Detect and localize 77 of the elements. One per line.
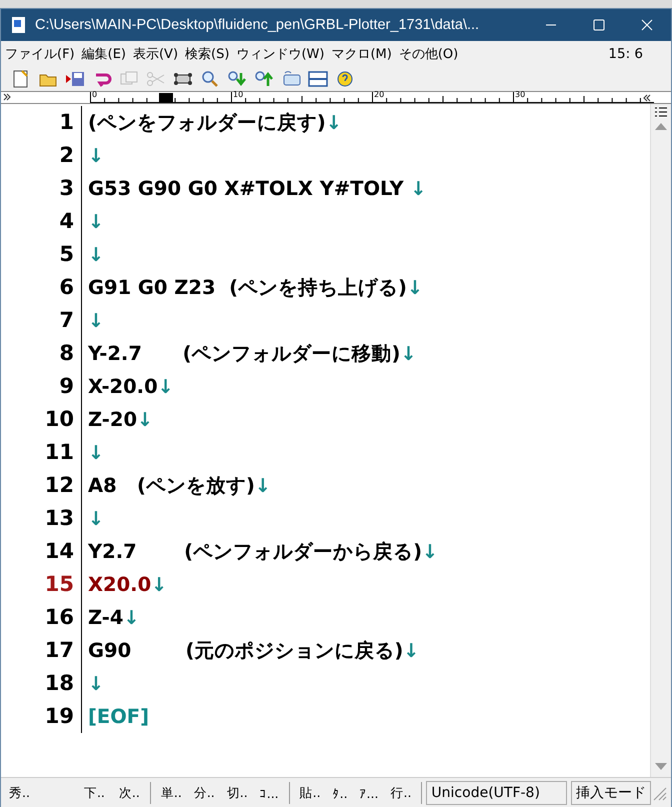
- status-item[interactable]: 下..: [84, 784, 105, 802]
- line-number: 6: [1, 271, 82, 304]
- expand-icon[interactable]: [3, 93, 11, 101]
- find-icon[interactable]: [200, 69, 220, 89]
- line-number: 3: [1, 172, 82, 205]
- menu-item[interactable]: 表示(V): [130, 45, 184, 63]
- menu-item[interactable]: 編集(E): [80, 45, 131, 63]
- save-icon[interactable]: [65, 69, 85, 89]
- line-number: 18: [1, 667, 82, 700]
- line-number: 15: [1, 568, 82, 601]
- scroll-down-arrow-icon[interactable]: [655, 763, 667, 771]
- code-line: ↓: [88, 210, 104, 233]
- close-icon[interactable]: [641, 19, 653, 31]
- scroll-up-arrow-icon[interactable]: [655, 122, 667, 130]
- code-line: ↓: [88, 441, 104, 464]
- line-number: 2: [1, 139, 82, 172]
- code-line: Y-2.7 (ペンフォルダーに移動)↓: [88, 341, 416, 367]
- status-item[interactable]: 次..: [118, 784, 140, 802]
- code-line: ↓: [88, 144, 104, 167]
- menu-item[interactable]: 検索(S): [183, 45, 234, 63]
- status-item[interactable]: 貼..: [300, 784, 321, 802]
- status-item[interactable]: 切..: [226, 784, 248, 802]
- ruler-label: 0: [92, 90, 98, 99]
- code-line: G53 G90 G0 X#TOLX Y#TOLY ↓: [88, 177, 426, 200]
- code-line: Z-20↓: [88, 408, 153, 431]
- code-line: ↓: [88, 243, 104, 266]
- menu-item[interactable]: マクロ(M): [329, 45, 397, 63]
- code-line: A8 (ペンを放す)↓: [88, 473, 271, 499]
- line-number: 5: [1, 238, 82, 271]
- line-number: 4: [1, 205, 82, 238]
- line-number: 8: [1, 337, 82, 370]
- list-icon[interactable]: [653, 106, 669, 118]
- help-icon[interactable]: [335, 69, 355, 89]
- line-number: 11: [1, 436, 82, 469]
- line-number: 14: [1, 535, 82, 568]
- code-line: X-20.0↓: [88, 375, 174, 398]
- line-number: 9: [1, 370, 82, 403]
- line-number: 12: [1, 469, 82, 502]
- code-line: ↓: [88, 672, 104, 695]
- ruler-label: 10: [233, 90, 244, 99]
- code-line: ↓: [88, 507, 104, 530]
- line-number: 16: [1, 601, 82, 634]
- status-item[interactable]: 行..: [390, 784, 412, 802]
- code-line: Z-4↓: [88, 606, 140, 629]
- line-number: 7: [1, 304, 82, 337]
- code-line: Y2.7 (ペンフォルダーから戻る)↓: [88, 539, 438, 565]
- eof-marker: [EOF]: [88, 705, 150, 728]
- document-icon: [11, 16, 27, 34]
- collapse-icon[interactable]: [643, 94, 651, 102]
- code-line: G90 (元のポジションに戻る)↓: [88, 638, 420, 664]
- code-line: X20.0↓: [88, 573, 168, 596]
- ruler-label: 30: [515, 90, 526, 99]
- code-line: (ペンをフォルダーに戻す)↓: [88, 110, 342, 136]
- resize-grip-icon[interactable]: [651, 785, 667, 801]
- encoding-status[interactable]: Unicode(UTF-8): [426, 781, 568, 805]
- menu-item[interactable]: ウィンドウ(W): [234, 45, 330, 63]
- status-item[interactable]: 単..: [160, 784, 182, 802]
- cursor-position: 15: 6: [608, 46, 643, 62]
- maximize-icon[interactable]: [593, 19, 605, 31]
- find-prev-icon[interactable]: [254, 69, 274, 89]
- code-line: G91 G0 Z23 (ペンを持ち上げる)↓: [88, 275, 423, 301]
- line-number: 13: [1, 502, 82, 535]
- line-number: 19: [1, 700, 82, 733]
- status-item[interactable]: ｱ...: [360, 786, 378, 800]
- ruler-label: 20: [374, 90, 384, 99]
- line-number: 10: [1, 403, 82, 436]
- line-number: 1: [1, 106, 82, 139]
- window-title: C:\Users\MAIN-PC\Desktop\fluidenc_pen\GRBL-Plotter_1731\data\...: [35, 17, 480, 33]
- code-line: ↓: [88, 309, 104, 332]
- insert-mode-status[interactable]: 挿入モード: [571, 781, 652, 805]
- menu-item[interactable]: その他(O): [396, 45, 464, 63]
- status-item[interactable]: 分..: [194, 784, 215, 802]
- line-number: 17: [1, 634, 82, 667]
- status-item[interactable]: 秀..: [9, 784, 30, 802]
- menu-item[interactable]: ファイル(F): [3, 45, 80, 63]
- status-item[interactable]: ﾀ..: [332, 786, 348, 800]
- status-item[interactable]: ｺ...: [260, 786, 279, 800]
